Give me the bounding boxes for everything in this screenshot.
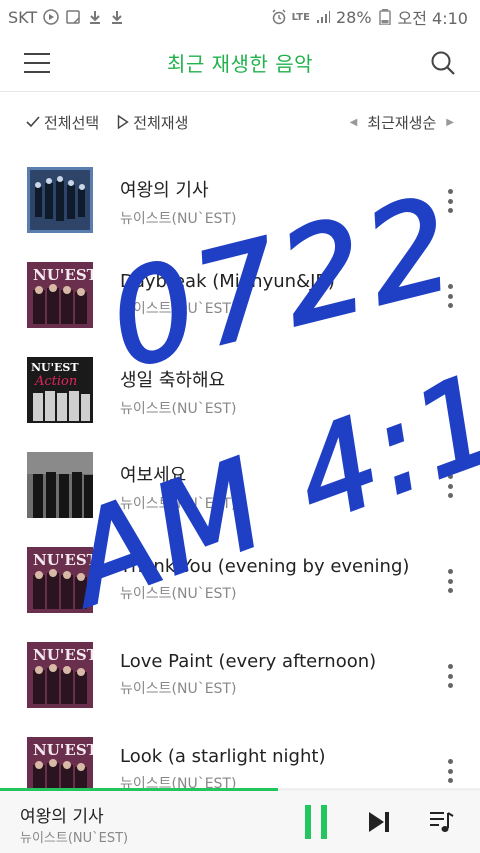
album-logo-text: Action bbox=[34, 374, 77, 389]
next-track-button[interactable] bbox=[366, 809, 392, 835]
song-artist: 뉴이스트(NU`EST) bbox=[120, 301, 237, 317]
song-title: Daybreak (Minhyun&JR) bbox=[120, 271, 335, 292]
check-icon bbox=[26, 116, 40, 128]
song-artist: 뉴이스트(NU`EST) bbox=[120, 681, 237, 697]
download-icon bbox=[87, 9, 103, 25]
album-logo-text: NU'EST bbox=[33, 741, 93, 759]
album-logo-text: NU'EST bbox=[33, 646, 93, 664]
select-all-label: 전체선택 bbox=[44, 113, 100, 132]
sort-right-arrow-icon[interactable]: ▶ bbox=[446, 117, 454, 128]
carrier-label: SKT bbox=[8, 7, 38, 27]
skip-next-icon bbox=[369, 812, 389, 832]
list-item[interactable]: NU'EST Daybreak (Minhyun&JR) 뉴이스트(NU`EST… bbox=[0, 247, 480, 342]
select-all-button[interactable]: 전체선택 bbox=[26, 112, 99, 133]
album-art: NU'EST bbox=[27, 642, 93, 708]
battery-icon bbox=[377, 9, 393, 25]
mini-player[interactable]: 여왕의 기사 뉴이스트(NU`EST) bbox=[0, 791, 480, 853]
more-options-icon[interactable] bbox=[440, 186, 460, 216]
menu-button[interactable] bbox=[24, 51, 50, 75]
song-title: 생일 축하해요 bbox=[120, 370, 226, 391]
now-playing-title: 여왕의 기사 bbox=[20, 807, 104, 827]
song-artist: 뉴이스트(NU`EST) bbox=[120, 211, 237, 227]
more-options-icon[interactable] bbox=[440, 566, 460, 596]
play-notification-icon bbox=[43, 9, 59, 25]
search-icon bbox=[431, 51, 455, 75]
clock: 오전 4:10 bbox=[397, 9, 468, 28]
more-options-icon[interactable] bbox=[440, 471, 460, 501]
song-list: 여왕의 기사 뉴이스트(NU`EST) NU'EST Daybreak (Min… bbox=[0, 152, 480, 817]
search-button[interactable] bbox=[430, 50, 456, 76]
playlist-icon bbox=[430, 812, 454, 832]
song-title: Look (a starlight night) bbox=[120, 746, 326, 767]
song-title: Thank You (evening by evening) bbox=[120, 556, 410, 577]
download-icon-2 bbox=[109, 9, 125, 25]
network-label: LTE bbox=[291, 11, 310, 23]
song-title: 여보세요 bbox=[120, 465, 187, 486]
play-all-button[interactable]: 전체재생 bbox=[117, 112, 188, 133]
list-item[interactable]: NU'EST Thank You (evening by evening) 뉴이… bbox=[0, 532, 480, 627]
album-art: NU'EST bbox=[27, 262, 93, 328]
now-playing-artist: 뉴이스트(NU`EST) bbox=[20, 831, 129, 846]
play-all-label: 전체재생 bbox=[133, 113, 189, 132]
more-options-icon[interactable] bbox=[440, 661, 460, 691]
album-logo-text: NU'EST bbox=[31, 361, 79, 374]
sort-selector[interactable]: ◀ 최근재생순 ▶ bbox=[350, 112, 454, 133]
song-artist: 뉴이스트(NU`EST) bbox=[120, 496, 237, 512]
song-title: 여왕의 기사 bbox=[120, 180, 209, 201]
more-options-icon[interactable] bbox=[440, 756, 460, 786]
play-outline-icon bbox=[118, 115, 129, 129]
song-artist: 뉴이스트(NU`EST) bbox=[120, 586, 237, 602]
song-title: Love Paint (every afternoon) bbox=[120, 651, 377, 672]
album-art: NU'EST bbox=[27, 547, 93, 613]
page-title: 최근 재생한 음악 bbox=[166, 52, 313, 76]
list-item[interactable]: 여보세요 뉴이스트(NU`EST) bbox=[0, 437, 480, 532]
album-art bbox=[27, 167, 93, 233]
album-logo-text: NU'EST bbox=[33, 266, 93, 284]
status-bar: SKT LTE 28% 오전 4:10 bbox=[0, 0, 480, 34]
app-header: 최근 재생한 음악 bbox=[0, 34, 480, 92]
album-art bbox=[27, 452, 93, 518]
alarm-icon bbox=[271, 9, 287, 25]
sort-left-arrow-icon[interactable]: ◀ bbox=[350, 117, 358, 128]
more-options-icon[interactable] bbox=[440, 376, 460, 406]
album-logo-text: NU'EST bbox=[33, 551, 93, 569]
list-toolbar: 전체선택 전체재생 ◀ 최근재생순 ▶ bbox=[0, 104, 480, 140]
note-notification-icon bbox=[65, 9, 81, 25]
signal-icon bbox=[315, 9, 331, 25]
playlist-button[interactable] bbox=[428, 808, 456, 836]
list-item[interactable]: NU'EST Action 생일 축하해요 뉴이스트(NU`EST) bbox=[0, 342, 480, 437]
battery-percent: 28% bbox=[335, 7, 372, 27]
song-artist: 뉴이스트(NU`EST) bbox=[120, 401, 237, 417]
more-options-icon[interactable] bbox=[440, 281, 460, 311]
list-item[interactable]: 여왕의 기사 뉴이스트(NU`EST) bbox=[0, 152, 480, 247]
pause-button[interactable] bbox=[302, 805, 332, 839]
sort-label: 최근재생순 bbox=[367, 113, 437, 132]
list-item[interactable]: NU'EST Love Paint (every afternoon) 뉴이스트… bbox=[0, 627, 480, 722]
album-art: NU'EST Action bbox=[27, 357, 93, 423]
